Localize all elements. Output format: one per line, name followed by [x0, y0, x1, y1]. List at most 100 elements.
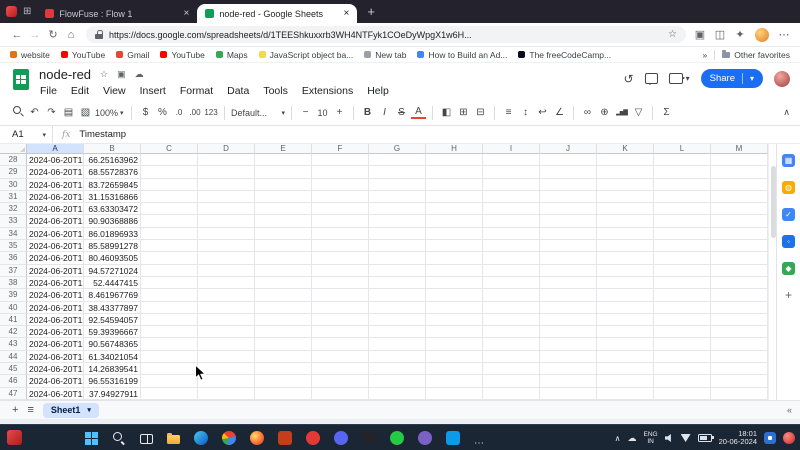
bookmark-item[interactable]: New tab	[364, 50, 406, 60]
cell-B30[interactable]: 83.72659845	[84, 179, 141, 191]
cell-empty[interactable]	[597, 351, 654, 363]
cell-empty[interactable]	[597, 203, 654, 215]
bookmark-item[interactable]: Gmail	[116, 50, 149, 60]
row-number[interactable]: 38	[0, 277, 27, 289]
cell-empty[interactable]	[198, 277, 255, 289]
menu-extensions[interactable]: Extensions	[295, 84, 360, 98]
cell-A32[interactable]: 2024-06-20T12:	[27, 203, 84, 215]
cell-empty[interactable]	[426, 277, 483, 289]
volume-icon[interactable]	[665, 434, 674, 443]
cell-empty[interactable]	[255, 252, 312, 264]
cell-empty[interactable]	[198, 215, 255, 227]
browser-avatar[interactable]	[755, 28, 769, 42]
cell-empty[interactable]	[198, 252, 255, 264]
cell-empty[interactable]	[597, 375, 654, 387]
keep-icon[interactable]: ◍	[782, 181, 795, 194]
cell-empty[interactable]	[597, 326, 654, 338]
cell-empty[interactable]	[654, 179, 711, 191]
cell-empty[interactable]	[369, 215, 426, 227]
cell-A28[interactable]: 2024-06-20T12:	[27, 154, 84, 166]
cell-empty[interactable]	[483, 166, 540, 178]
cell-empty[interactable]	[654, 302, 711, 314]
cell-empty[interactable]	[540, 252, 597, 264]
cell-A33[interactable]: 2024-06-20T12:	[27, 215, 84, 227]
bookmark-item[interactable]: JavaScript object ba...	[259, 50, 354, 60]
back-icon[interactable]: ←	[8, 29, 26, 41]
toolbar-search-icon[interactable]	[10, 105, 25, 121]
cell-empty[interactable]	[369, 302, 426, 314]
cell-empty[interactable]	[255, 289, 312, 301]
cell-B38[interactable]: 52.4447415	[84, 277, 141, 289]
cell-empty[interactable]	[597, 228, 654, 240]
cell-empty[interactable]	[426, 215, 483, 227]
cell-empty[interactable]	[198, 326, 255, 338]
cell-empty[interactable]	[312, 363, 369, 375]
cell-B46[interactable]: 96.55316199	[84, 375, 141, 387]
cell-empty[interactable]	[654, 277, 711, 289]
cell-empty[interactable]	[198, 166, 255, 178]
cell-empty[interactable]	[540, 289, 597, 301]
cell-empty[interactable]	[597, 191, 654, 203]
cell-A42[interactable]: 2024-06-20T12:	[27, 326, 84, 338]
cell-A36[interactable]: 2024-06-20T12:	[27, 252, 84, 264]
cell-empty[interactable]	[483, 338, 540, 350]
cell-empty[interactable]	[654, 240, 711, 252]
text-rotate-button[interactable]: ∠	[552, 106, 567, 120]
cell-empty[interactable]	[255, 351, 312, 363]
cell-empty[interactable]	[654, 289, 711, 301]
cell-empty[interactable]	[141, 388, 198, 400]
all-sheets-button[interactable]: ≡	[27, 401, 33, 420]
column-header-H[interactable]: H	[426, 144, 483, 154]
cell-empty[interactable]	[426, 363, 483, 375]
cell-empty[interactable]	[369, 252, 426, 264]
cell-empty[interactable]	[711, 375, 768, 387]
cell-empty[interactable]	[540, 351, 597, 363]
cell-empty[interactable]	[141, 252, 198, 264]
split-screen-icon[interactable]: ◫	[712, 28, 728, 41]
cell-empty[interactable]	[597, 277, 654, 289]
cell-empty[interactable]	[312, 338, 369, 350]
document-title[interactable]: node-red	[39, 67, 91, 82]
row-number[interactable]: 29	[0, 166, 27, 178]
cell-empty[interactable]	[141, 363, 198, 375]
cell-empty[interactable]	[312, 314, 369, 326]
undo-button[interactable]: ↶	[27, 106, 42, 120]
hidden-icons-chevron[interactable]: ∧	[615, 434, 621, 443]
cell-empty[interactable]	[369, 289, 426, 301]
cell-empty[interactable]	[369, 166, 426, 178]
cell-empty[interactable]	[654, 314, 711, 326]
cell-empty[interactable]	[597, 215, 654, 227]
cell-empty[interactable]	[141, 203, 198, 215]
decrease-font-size-button[interactable]: −	[298, 106, 313, 120]
cell-empty[interactable]	[369, 203, 426, 215]
cell-empty[interactable]	[255, 179, 312, 191]
cell-A47[interactable]: 2024-06-20T12:	[27, 388, 84, 400]
merge-cells-button[interactable]: ⊟	[473, 106, 488, 120]
cell-empty[interactable]	[711, 154, 768, 166]
cell-empty[interactable]	[540, 363, 597, 375]
cell-empty[interactable]	[711, 179, 768, 191]
sheet-tab-menu-icon[interactable]: ▾	[87, 406, 91, 414]
column-header-K[interactable]: K	[597, 144, 654, 154]
cell-empty[interactable]	[483, 314, 540, 326]
cell-empty[interactable]	[483, 191, 540, 203]
cell-B34[interactable]: 86.01896933	[84, 228, 141, 240]
cell-empty[interactable]	[711, 302, 768, 314]
cell-empty[interactable]	[312, 302, 369, 314]
cell-empty[interactable]	[711, 277, 768, 289]
cell-empty[interactable]	[597, 166, 654, 178]
cell-empty[interactable]	[369, 154, 426, 166]
cell-empty[interactable]	[198, 351, 255, 363]
bookmark-item[interactable]: YouTube	[160, 50, 204, 60]
cell-B45[interactable]: 14.26839541	[84, 363, 141, 375]
cell-empty[interactable]	[711, 326, 768, 338]
cell-empty[interactable]	[198, 302, 255, 314]
cell-empty[interactable]	[654, 215, 711, 227]
more-formats-button[interactable]: 123	[204, 106, 218, 120]
menu-view[interactable]: View	[96, 84, 133, 98]
cell-empty[interactable]	[198, 289, 255, 301]
cell-A34[interactable]: 2024-06-20T12:	[27, 228, 84, 240]
extensions-icon[interactable]: ✦	[732, 28, 748, 41]
share-button[interactable]: Share ▾	[701, 69, 763, 88]
cell-empty[interactable]	[426, 338, 483, 350]
